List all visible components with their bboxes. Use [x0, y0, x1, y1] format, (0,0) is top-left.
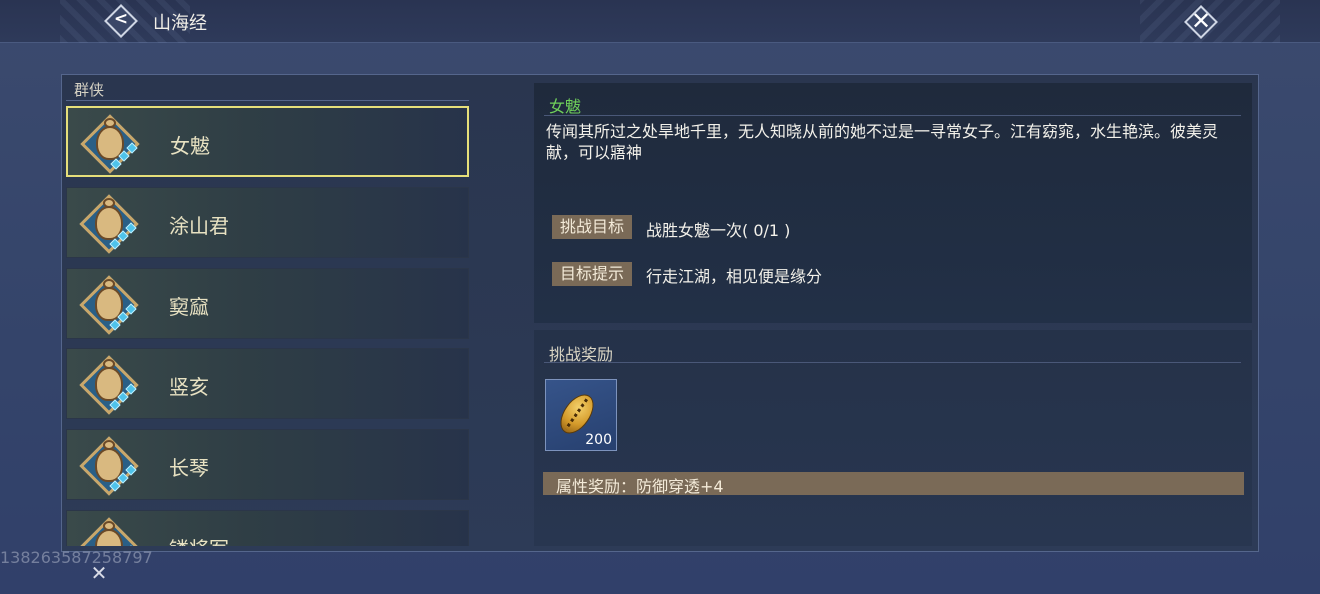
back-button[interactable]: <	[104, 4, 138, 38]
list-item-label: 长琴	[169, 456, 209, 480]
list-item-label: 女魃	[170, 134, 210, 158]
avatar	[80, 114, 140, 174]
list-item[interactable]: 窫窳	[66, 268, 469, 339]
list-item[interactable]: 女魃	[66, 106, 469, 177]
divider	[66, 100, 469, 101]
list-item-label: 竖亥	[169, 375, 209, 399]
avatar	[79, 355, 139, 415]
avatar	[79, 436, 139, 496]
list-item[interactable]: 镂将军	[66, 510, 469, 546]
avatar	[79, 517, 139, 546]
reward-item-count: 200	[585, 432, 612, 448]
character-description: 传闻其所过之处旱地千里，无人知晓从前的她不过是一寻常女子。江有窈窕，水生艳滨。彼…	[546, 122, 1219, 162]
goal-hint-tag: 目标提示	[552, 262, 632, 286]
page-title: 山海经	[153, 13, 207, 34]
challenge-goal-text: 战胜女魃一次( 0/1 )	[646, 221, 791, 240]
goal-hint-text: 行走江湖，相见便是缘分	[646, 267, 823, 286]
list-item-label: 镂将军	[169, 533, 229, 546]
divider	[544, 362, 1241, 363]
list-item-label: 窫窳	[169, 295, 209, 319]
list-item[interactable]: 长琴	[66, 429, 469, 500]
character-name: 女魃	[549, 97, 582, 116]
close-icon: ✕	[1190, 7, 1212, 35]
challenge-goal-tag: 挑战目标	[552, 215, 632, 239]
watermark-text: 13826358725879​7	[0, 548, 153, 567]
attribute-reward-text: 属性奖励：防御穿透+4	[556, 477, 724, 496]
divider	[544, 115, 1241, 116]
list-item[interactable]: 涂山君	[66, 187, 469, 258]
chevron-left-icon: <	[113, 9, 129, 29]
close-icon[interactable]: ✕	[88, 562, 110, 584]
reward-item-slot[interactable]: 200	[545, 379, 617, 451]
character-list[interactable]: 女魃 涂山君 窫窳 竖亥 长琴	[66, 106, 470, 546]
list-header: 群侠	[74, 81, 105, 99]
avatar	[79, 194, 139, 254]
list-item-label: 涂山君	[169, 214, 229, 238]
detail-panel	[534, 83, 1252, 323]
close-button[interactable]: ✕	[1182, 3, 1220, 41]
avatar	[79, 275, 139, 335]
list-item[interactable]: 竖亥	[66, 348, 469, 419]
